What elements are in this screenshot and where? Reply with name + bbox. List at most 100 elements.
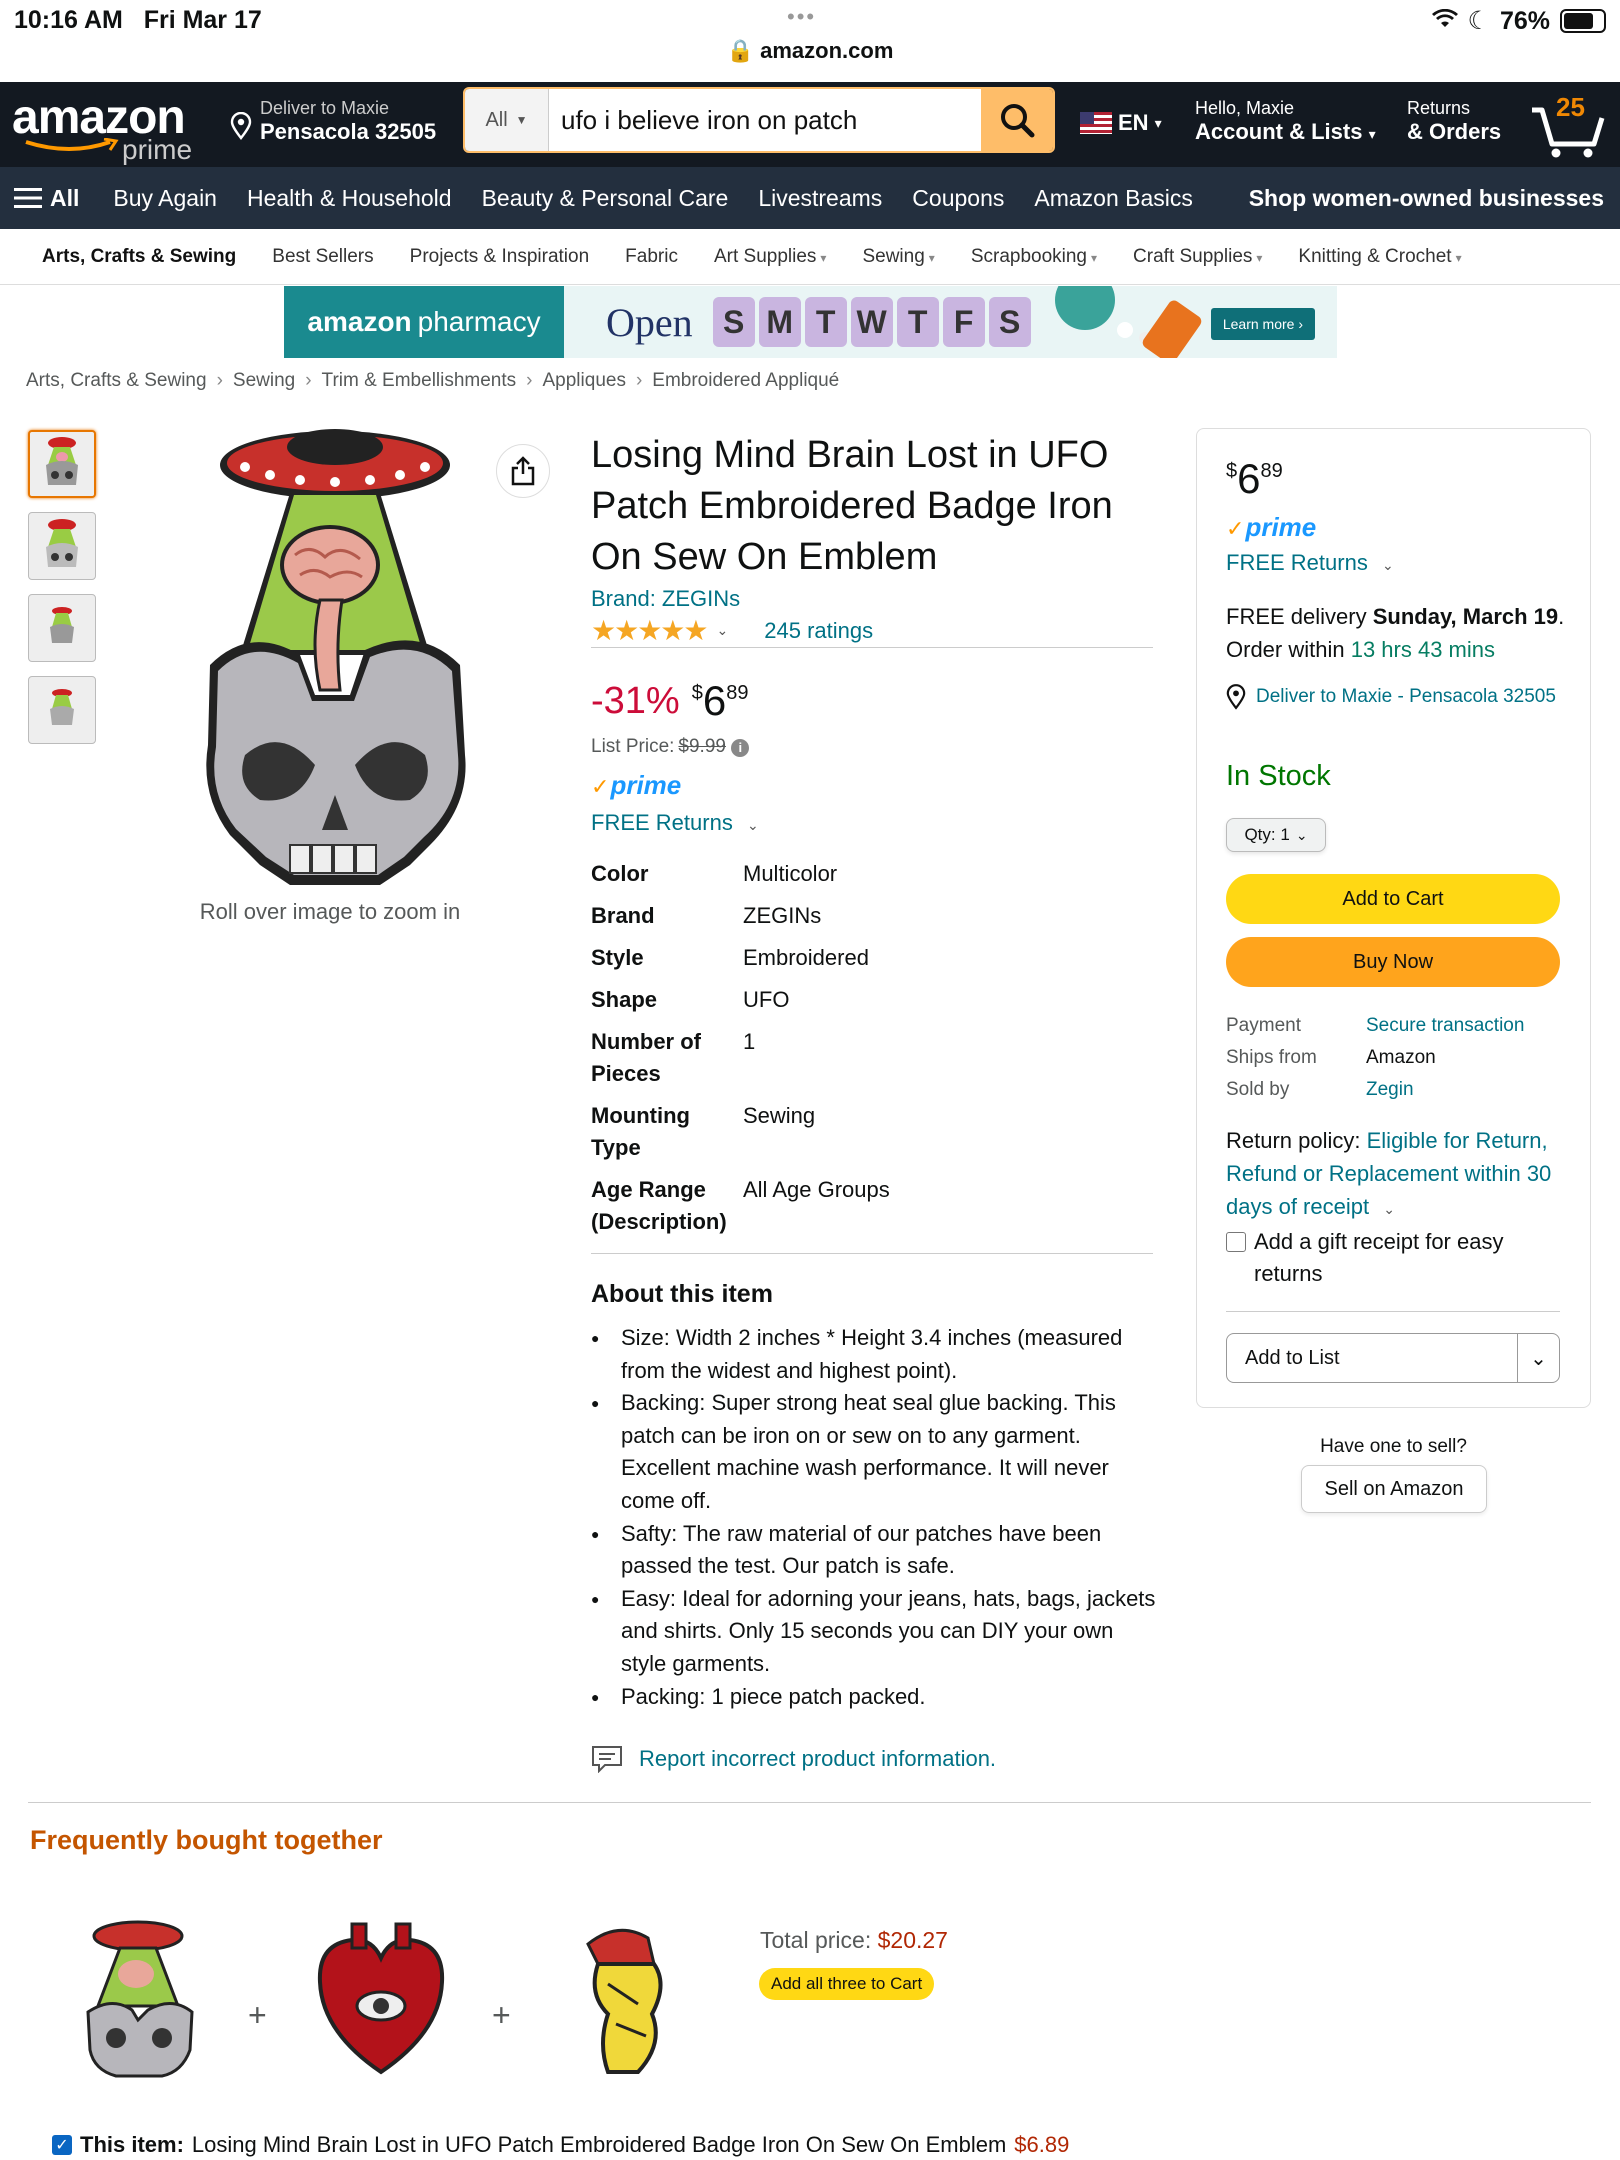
brand-link[interactable]: Brand: ZEGINs [591,586,740,612]
breadcrumb-item[interactable]: Appliques [543,370,626,392]
search-icon [1001,104,1035,138]
price-block: -31% $6 89 [591,677,749,724]
buybox-price: $6 89 [1226,455,1283,502]
nav-amazon-basics[interactable]: Amazon Basics [1034,185,1193,212]
nav-buy-again[interactable]: Buy Again [113,185,217,212]
info-icon[interactable]: i [731,739,750,757]
delivery-info: FREE delivery Sunday, March 19. Order wi… [1226,604,1565,662]
moon-icon: ☾ [1467,7,1490,35]
buybox-free-returns[interactable]: FREE Returns ⌄ [1226,550,1394,576]
subnav-sewing[interactable]: Sewing [862,246,934,268]
subnav-art-supplies[interactable]: Art Supplies [714,246,826,268]
cart-button[interactable]: 25 [1530,90,1610,160]
deliver-location-link[interactable]: Deliver to Maxie - Pensacola 32505 [1226,682,1566,711]
gift-checkbox[interactable] [1226,1232,1246,1252]
status-time: 10:16 AM Fri Mar 17 [14,6,262,34]
spec-row: Number of Pieces 1 [591,1029,756,1086]
chevron-down-icon: ⌄ [1295,826,1308,843]
account-lists[interactable]: Hello, Maxie Account & Lists ▾ [1195,98,1376,145]
fbt-product-3-image[interactable] [568,1924,680,2076]
pharmacy-logo: amazon pharmacy [284,286,564,358]
subnav-knitting[interactable]: Knitting & Crochet [1298,246,1461,268]
thumbnail-3[interactable] [28,594,96,662]
seller-link[interactable]: Zegin [1366,1074,1414,1106]
wifi-icon [1431,7,1458,36]
nav-women-owned[interactable]: Shop women-owned businesses [1249,185,1604,212]
search-category[interactable]: All ▼ [465,89,549,151]
plus-icon: + [248,1997,267,2033]
zoom-hint: Roll over image to zoom in [199,899,461,924]
share-button[interactable] [496,444,550,498]
ios-status-bar: 10:16 AM Fri Mar 17 ••• 🔒 amazon.com ☾ 7… [0,0,1620,82]
pharmacy-ad-banner[interactable]: amazon pharmacy Open SMTWTFS Learn more › [284,286,1337,358]
rating[interactable]: ★★★★★ ⌄ 245 ratings [591,614,873,647]
quantity-select[interactable]: Qty: 1 ⌄ [1226,818,1326,852]
subnav-scrapbooking[interactable]: Scrapbooking [971,246,1097,268]
fbt-product-2-image[interactable] [312,1922,450,2078]
transaction-info: Payment Secure transaction Ships from Amaz… [1226,1010,1524,1106]
battery-percent: 76% [1499,6,1550,35]
thumbnail-4[interactable] [28,676,96,744]
subnav-fabric[interactable]: Fabric [625,246,678,268]
buy-now-button[interactable]: Buy Now [1226,937,1560,987]
chevron-down-icon[interactable]: ⌄ [1517,1334,1559,1382]
status-right: ☾ 76% [1431,6,1606,36]
breadcrumb-item[interactable]: Trim & Embellishments [322,370,517,392]
main-nav: All Buy Again Health & Household Beauty … [0,167,1620,229]
subnav-projects[interactable]: Projects & Inspiration [410,246,590,268]
breadcrumb-item[interactable]: Arts, Crafts & Sewing [26,370,207,392]
thumbnail-1[interactable] [28,430,96,498]
spec-row: Color Multicolor [591,861,838,886]
report-link[interactable]: Report incorrect product information. [591,1745,996,1773]
nav-livestreams[interactable]: Livestreams [758,185,882,212]
subnav-best-sellers[interactable]: Best Sellers [272,246,373,268]
location-pin-icon [230,112,252,140]
sell-on-amazon-button[interactable]: Sell on Amazon [1301,1465,1487,1513]
spec-row: Style Embroidered [591,945,869,970]
list-item: Size: Width 2 inches * Height 3.4 inches… [591,1322,1156,1387]
search-bar: All ▼ [463,87,1055,153]
add-to-cart-button[interactable]: Add to Cart [1226,874,1560,924]
free-returns-link[interactable]: FREE Returns ⌄ [591,810,759,836]
subnav-craft-supplies[interactable]: Craft Supplies [1133,246,1262,268]
secure-transaction-link[interactable]: Secure transaction [1366,1010,1524,1042]
all-menu-button[interactable]: All [14,185,79,212]
discount: -31% [591,680,680,722]
pill-bottle-icon [1054,286,1201,358]
nav-health-household[interactable]: Health & Household [247,185,452,212]
returns-orders[interactable]: Returns & Orders [1407,98,1501,145]
subnav-arts-crafts[interactable]: Arts, Crafts & Sewing [42,246,236,268]
share-icon [511,456,535,486]
total-price: Total price: $20.27 [760,1927,948,1953]
specs-table: Color Multicolor Brand ZEGINs Style Embroid… [591,858,1153,1248]
category-nav: Arts, Crafts & Sewing Best Sellers Proje… [0,229,1620,285]
breadcrumb: Arts, Crafts & Sewing › Sewing › Trim & Em… [26,370,840,392]
about-heading: About this item [591,1280,773,1308]
deliver-to[interactable]: Deliver to Maxie Pensacola 32505 [230,98,436,145]
ratings-count[interactable]: 245 ratings [764,618,873,644]
amazon-prime-logo[interactable]: amazon prime [12,94,202,166]
gift-receipt-option[interactable]: Add a gift receipt for easy returns [1226,1226,1556,1290]
this-item-checkbox[interactable]: ✓ [52,2135,72,2155]
image-thumbnails [28,430,96,758]
tab-dots-icon[interactable]: ••• [787,4,816,30]
cart-count: 25 [1556,92,1585,122]
breadcrumb-item[interactable]: Embroidered Appliqué [652,370,839,392]
fbt-this-item: ✓ This item: Losing Mind Brain Lost in U… [52,2132,1069,2158]
thumbnail-2[interactable] [28,512,96,580]
nav-coupons[interactable]: Coupons [912,185,1004,212]
search-input[interactable] [549,89,981,151]
list-item: Easy: Ideal for adorning your jeans, hat… [591,1583,1156,1681]
fbt-product-1-image[interactable] [82,1920,200,2080]
address-bar[interactable]: 🔒 amazon.com [0,38,1620,64]
add-to-list-button[interactable]: Add to List ⌄ [1226,1333,1560,1383]
breadcrumb-item[interactable]: Sewing [233,370,295,392]
add-all-three-button[interactable]: Add all three to Cart [759,1968,935,2000]
main-product-image[interactable] [190,425,480,900]
learn-more-button[interactable]: Learn more › [1210,308,1315,340]
this-item-title[interactable]: Losing Mind Brain Lost in UFO Patch Embr… [192,2132,1006,2158]
language-selector[interactable]: EN ▾ [1080,110,1162,136]
search-button[interactable] [981,89,1053,151]
nav-beauty[interactable]: Beauty & Personal Care [482,185,729,212]
location-pin-icon [1226,684,1246,710]
